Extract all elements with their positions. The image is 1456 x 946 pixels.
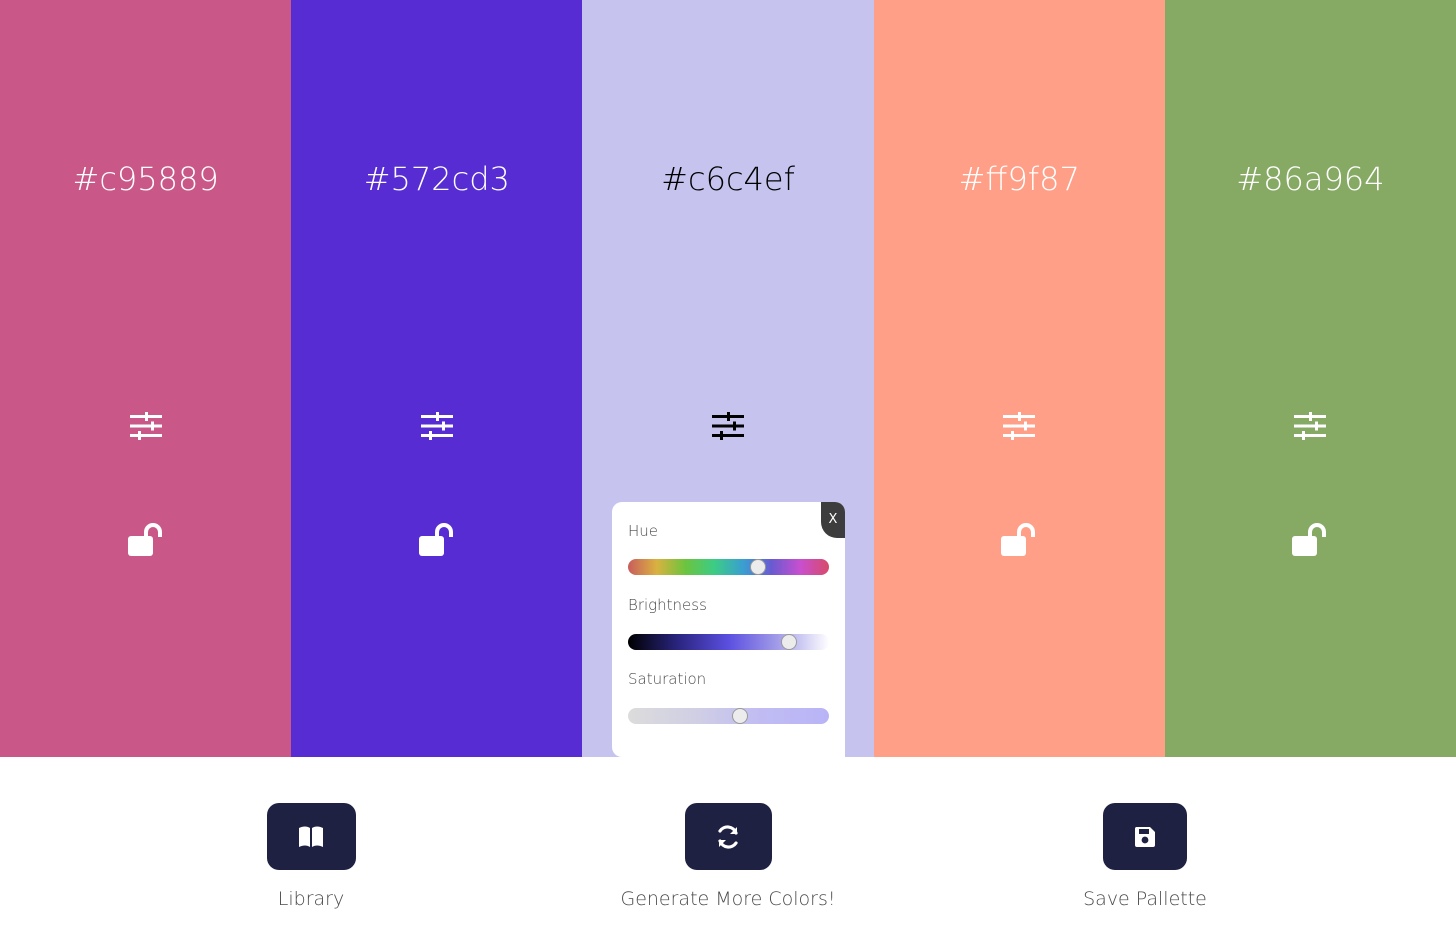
- book-icon: [299, 826, 323, 847]
- library-button[interactable]: [266, 803, 356, 870]
- close-adjust-button[interactable]: X: [821, 502, 845, 538]
- saturation-slider[interactable]: [628, 708, 829, 724]
- hue-slider[interactable]: [628, 559, 829, 575]
- brightness-slider[interactable]: [628, 634, 829, 650]
- adjust-button[interactable]: [708, 408, 748, 444]
- bottom-controls: Library Generate More Colors! Save Palle…: [0, 757, 1456, 946]
- generate-button[interactable]: [684, 803, 772, 870]
- sliders-icon: [420, 412, 453, 440]
- generate-label: Generate More Colors!: [620, 888, 836, 910]
- saturation-label: Saturation: [628, 670, 707, 688]
- save-control: Save Pallette: [1065, 757, 1225, 910]
- hue-label: Hue: [628, 522, 659, 540]
- save-label: Save Pallette: [1083, 888, 1207, 910]
- unlocked-icon: [418, 523, 453, 556]
- sliders-icon: [1003, 412, 1036, 440]
- adjust-button[interactable]: [126, 408, 166, 444]
- lock-button[interactable]: [415, 520, 459, 560]
- unlocked-icon: [1001, 523, 1036, 556]
- lock-button[interactable]: [124, 520, 168, 560]
- hex-code[interactable]: #c95889: [0, 160, 291, 198]
- library-label: Library: [277, 888, 345, 910]
- color-swatch: #86a964: [1164, 0, 1456, 757]
- saturation-slider-thumb[interactable]: [731, 708, 748, 724]
- save-button[interactable]: [1103, 803, 1187, 870]
- library-control: Library: [231, 757, 391, 910]
- sliders-icon: [129, 412, 162, 440]
- unlocked-icon: [1292, 523, 1327, 556]
- color-swatch: #572cd3: [291, 0, 583, 757]
- color-swatch: #ff9f87: [873, 0, 1165, 757]
- unlocked-icon: [127, 523, 162, 556]
- adjust-button[interactable]: [417, 408, 457, 444]
- hex-code[interactable]: #ff9f87: [874, 160, 1165, 198]
- hue-slider-thumb[interactable]: [750, 559, 767, 575]
- refresh-icon: [718, 824, 738, 849]
- sliders-icon: [1294, 412, 1327, 440]
- generate-control: Generate More Colors!: [598, 757, 858, 910]
- hex-code[interactable]: #86a964: [1165, 160, 1456, 198]
- brightness-slider-thumb[interactable]: [780, 634, 797, 650]
- adjust-button[interactable]: [1290, 408, 1330, 444]
- brightness-label: Brightness: [628, 596, 707, 614]
- sliders-icon: [712, 412, 744, 440]
- lock-button[interactable]: [997, 520, 1041, 560]
- lock-button[interactable]: [1288, 520, 1332, 560]
- hex-code[interactable]: #c6c4ef: [582, 160, 873, 198]
- save-icon: [1134, 826, 1155, 847]
- adjust-button[interactable]: [999, 408, 1039, 444]
- color-swatch: #c95889: [0, 0, 292, 757]
- adjust-panel: X Hue Brightness Saturation: [612, 502, 845, 757]
- hex-code[interactable]: #572cd3: [291, 160, 582, 198]
